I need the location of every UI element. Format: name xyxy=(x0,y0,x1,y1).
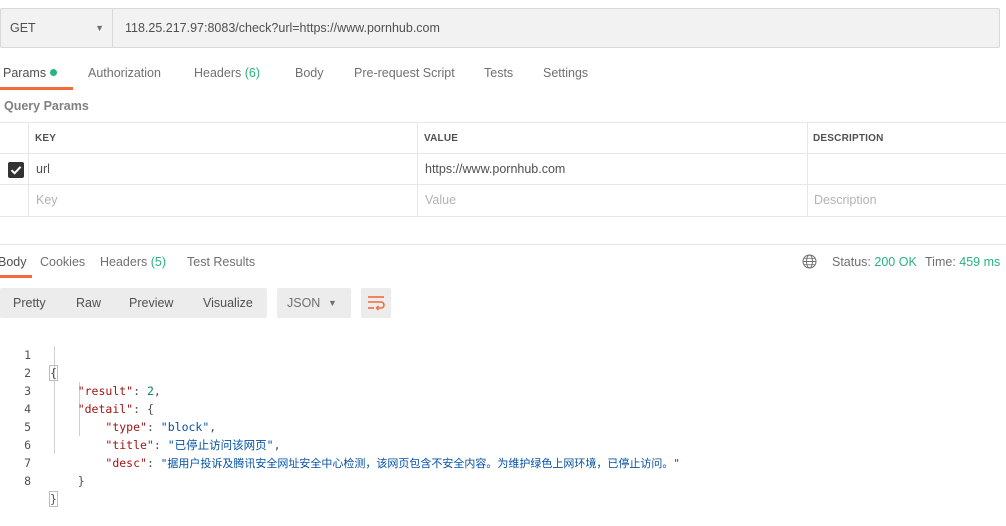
tab-cookies[interactable]: Cookies xyxy=(40,255,85,269)
format-label: JSON xyxy=(287,296,321,310)
active-tab-indicator xyxy=(0,87,73,90)
code-line: 2 "result": 2, xyxy=(0,346,1006,398)
table-row: url https://www.pornhub.com xyxy=(0,153,1006,185)
code-line: 6 "desc": "据用户投诉及腾讯安全网址安全中心检测，该网页包含不安全内容… xyxy=(0,418,1006,470)
view-pretty-button[interactable]: Pretty xyxy=(13,288,46,318)
column-key: KEY xyxy=(35,133,57,144)
column-value: VALUE xyxy=(424,133,459,144)
wrap-lines-icon xyxy=(368,296,385,311)
column-description: DESCRIPTION xyxy=(813,133,884,144)
response-tabs: Body Cookies Headers (5) Test Results St… xyxy=(0,244,1006,279)
checkbox-checked-icon[interactable] xyxy=(8,162,24,178)
view-raw-button[interactable]: Raw xyxy=(76,288,101,318)
tab-response-body[interactable]: Body xyxy=(0,255,27,269)
code-text: } xyxy=(49,491,58,507)
code-text: } xyxy=(50,474,85,488)
time-label: Time: xyxy=(925,255,956,269)
status-label: Status: xyxy=(832,255,871,269)
chevron-down-icon: ▼ xyxy=(328,298,337,308)
method-select[interactable]: GET ▼ xyxy=(1,9,113,47)
query-params-title: Query Params xyxy=(4,99,89,113)
format-select[interactable]: JSON ▼ xyxy=(277,288,351,318)
code-line: 3 "detail": { xyxy=(0,364,1006,416)
tab-response-headers-label: Headers xyxy=(100,255,148,269)
tab-body-label: Body xyxy=(295,66,324,80)
code-line: 1 { xyxy=(0,328,1006,381)
url-text: 118.25.217.97:8083/check?url=https://www… xyxy=(125,21,440,35)
tab-settings[interactable]: Settings xyxy=(543,60,588,90)
tab-body[interactable]: Body xyxy=(295,60,324,90)
param-value-field[interactable]: https://www.pornhub.com xyxy=(425,154,565,185)
globe-icon[interactable] xyxy=(802,254,817,269)
wrap-lines-button[interactable] xyxy=(361,288,391,318)
tab-authorization[interactable]: Authorization xyxy=(88,60,161,90)
url-input[interactable]: 118.25.217.97:8083/check?url=https://www… xyxy=(113,9,999,47)
line-number: 8 xyxy=(24,474,31,488)
param-description-field[interactable] xyxy=(814,154,1004,185)
tab-tests[interactable]: Tests xyxy=(484,60,513,90)
tab-test-results[interactable]: Test Results xyxy=(187,255,255,269)
code-line: 5 "title": "已停止访问该网页", xyxy=(0,400,1006,452)
params-header-row: KEY VALUE DESCRIPTION xyxy=(0,122,1006,154)
time-value: 459 ms xyxy=(959,255,1001,269)
request-bar: GET ▼ 118.25.217.97:8083/check?url=https… xyxy=(0,8,1000,48)
tab-response-headers-count: (5) xyxy=(150,255,167,269)
tab-headers-label: Headers xyxy=(194,66,242,80)
code-line: 7 } xyxy=(0,436,1006,488)
tab-params-label: Params xyxy=(3,66,47,80)
method-label: GET xyxy=(10,21,36,35)
tab-headers-count: (6) xyxy=(244,66,261,80)
active-dot-icon xyxy=(50,69,58,76)
tab-params[interactable]: Params xyxy=(3,60,58,90)
tab-response-headers[interactable]: Headers (5) xyxy=(100,255,166,269)
tab-response-body-label: Body xyxy=(0,255,27,269)
request-tabs: Params Authorization Headers (6) Body Pr… xyxy=(0,60,1006,90)
view-preview-button[interactable]: Preview xyxy=(129,288,173,318)
response-status: Status: 200 OK xyxy=(832,255,917,269)
tab-settings-label: Settings xyxy=(543,66,589,80)
code-line: 4 "type": "block", xyxy=(0,382,1006,434)
view-visualize-button[interactable]: Visualize xyxy=(203,288,253,318)
value-placeholder-field[interactable]: Value xyxy=(425,185,456,216)
tab-authorization-label: Authorization xyxy=(88,66,161,80)
tab-pre-request-label: Pre-request Script xyxy=(354,66,455,80)
response-time: Time: 459 ms xyxy=(925,255,1000,269)
tab-cookies-label: Cookies xyxy=(40,255,86,269)
status-value: 200 OK xyxy=(874,255,917,269)
table-row-empty: Key Value Description xyxy=(0,184,1006,217)
key-placeholder-field[interactable]: Key xyxy=(36,185,58,216)
tab-tests-label: Tests xyxy=(484,66,514,80)
chevron-down-icon: ▼ xyxy=(95,23,104,33)
tab-test-results-label: Test Results xyxy=(187,255,256,269)
active-response-tab-indicator xyxy=(0,275,32,278)
tab-headers[interactable]: Headers (6) xyxy=(194,60,260,90)
description-placeholder-field[interactable]: Description xyxy=(814,185,877,216)
tab-pre-request-script[interactable]: Pre-request Script xyxy=(354,60,455,90)
param-key-field[interactable]: url xyxy=(36,154,50,185)
view-mode-group: Pretty Raw Preview Visualize xyxy=(0,288,267,318)
code-line: 8 } xyxy=(0,454,1006,507)
